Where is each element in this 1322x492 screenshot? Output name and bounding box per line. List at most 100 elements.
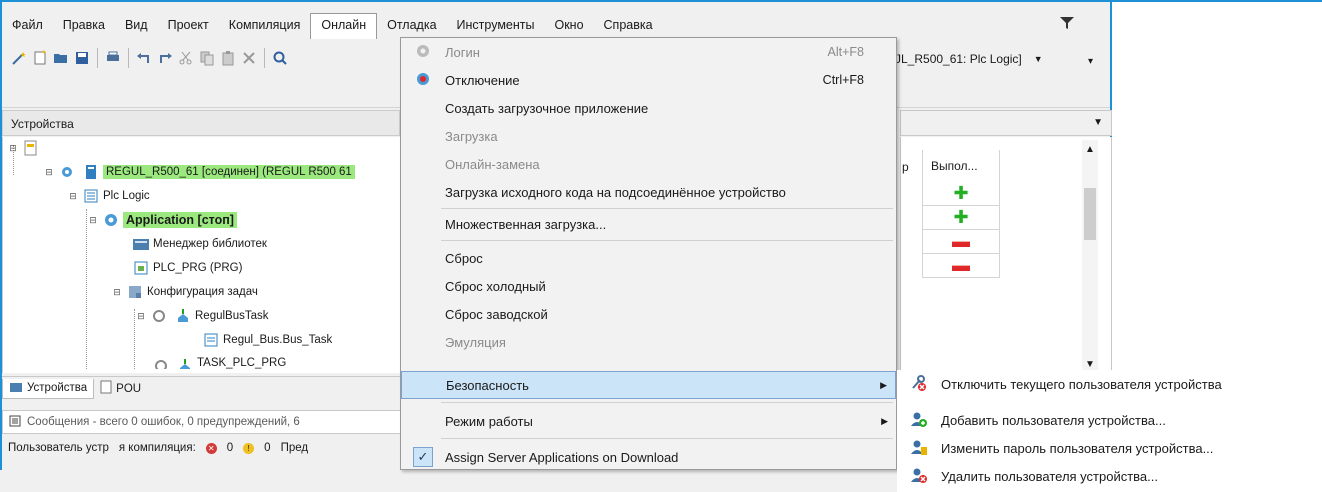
- login-gear-icon: [415, 43, 431, 62]
- print-icon[interactable]: [104, 49, 122, 67]
- menu-item-operating-mode[interactable]: Режим работы ▶: [401, 407, 896, 435]
- tree-label-device: REGUL_R500_61 [соединен] (REGUL R500 61: [103, 165, 355, 179]
- plus-icon: ✚: [922, 206, 1000, 230]
- tab-devices[interactable]: Устройства: [2, 378, 95, 399]
- menu-item-reset-cold[interactable]: Сброс холодный: [401, 272, 896, 300]
- save-icon[interactable]: [73, 49, 91, 67]
- toolbar-overflow-icon[interactable]: ▾: [1088, 56, 1093, 67]
- tree-root[interactable]: ⊟: [7, 137, 43, 159]
- device-selector-value: JL_R500_61: Plc Logic]: [895, 52, 1022, 66]
- new-file-icon[interactable]: [31, 49, 49, 67]
- delete-icon[interactable]: [240, 49, 258, 67]
- menu-item-simulation[interactable]: Эмуляция: [401, 328, 896, 356]
- menu-edit[interactable]: Правка: [53, 14, 115, 36]
- tree-label-task-config: Конфигурация задач: [147, 286, 258, 298]
- filter-icon[interactable]: [1060, 16, 1074, 30]
- open-folder-icon[interactable]: [52, 49, 70, 67]
- undo-icon[interactable]: [135, 49, 153, 67]
- device-selector[interactable]: JL_R500_61: Plc Logic] ▼: [895, 48, 1110, 70]
- tree-label-plc-logic: Plc Logic: [103, 190, 150, 202]
- menu-item-assign-server-apps[interactable]: ✓ Assign Server Applications on Download: [401, 443, 896, 471]
- chevron-down-icon[interactable]: ▼: [1093, 117, 1103, 128]
- scroll-down-icon[interactable]: ▼: [1085, 359, 1095, 370]
- tree-label-library-manager: Менеджер библиотек: [153, 238, 267, 250]
- menu-help[interactable]: Справка: [594, 14, 663, 36]
- paste-icon[interactable]: [219, 49, 237, 67]
- tree-item-plc-prg[interactable]: PLC_PRG (PRG): [129, 257, 242, 279]
- task-config-icon: [126, 283, 144, 301]
- menu-item-logout[interactable]: Отключение Ctrl+F8: [401, 66, 896, 94]
- status-errors: 0: [226, 442, 234, 454]
- menu-window[interactable]: Окно: [544, 14, 593, 36]
- redo-icon[interactable]: [156, 49, 174, 67]
- tree-item-task-plc-prg[interactable]: TASK_PLC_PRG: [149, 357, 286, 369]
- collapse-icon[interactable]: ⊟: [7, 143, 19, 154]
- menu-item-security[interactable]: Безопасность ▶: [401, 371, 896, 399]
- toolbar-separator: [128, 48, 129, 68]
- task-icon: [176, 357, 194, 369]
- cut-icon[interactable]: [177, 49, 195, 67]
- tree-item-application[interactable]: ⊟ Application [стоп]: [87, 209, 237, 231]
- copy-icon[interactable]: [198, 49, 216, 67]
- find-icon[interactable]: [271, 49, 289, 67]
- menu-debug[interactable]: Отладка: [377, 14, 446, 36]
- menu-item-online-change[interactable]: Онлайн-замена: [401, 150, 896, 178]
- status-tail: Пред: [280, 442, 309, 454]
- menu-view[interactable]: Вид: [115, 14, 158, 36]
- tree-item-device[interactable]: ⊟ REGUL_R500_61 [соединен] (REGUL R500 6…: [43, 161, 355, 183]
- menu-item-reset-origin[interactable]: Сброс заводской: [401, 300, 896, 328]
- menu-item-reset[interactable]: Сброс: [401, 244, 896, 272]
- tree-item-task-config[interactable]: ⊟ Конфигурация задач: [111, 281, 258, 303]
- vertical-scrollbar[interactable]: ▲ ▼: [1082, 140, 1098, 372]
- warning-icon: !: [243, 442, 255, 454]
- status-compile-label: я компиляция:: [118, 442, 196, 454]
- menu-file[interactable]: Файл: [2, 14, 53, 36]
- menu-item-download[interactable]: Загрузка: [401, 122, 896, 150]
- library-icon: [132, 235, 150, 253]
- messages-bar[interactable]: Сообщения - всего 0 ошибок, 0 предупрежд…: [2, 410, 402, 434]
- status-user: Пользователь устр: [8, 442, 109, 454]
- submenu-item-logout-user-label: Отключить текущего пользователя устройст…: [941, 376, 1222, 392]
- menu-item-source-download[interactable]: Загрузка исходного кода на подсоединённо…: [401, 178, 896, 206]
- menu-tools[interactable]: Инструменты: [447, 14, 545, 36]
- menu-separator: [441, 208, 893, 209]
- menu-separator: [441, 240, 893, 241]
- menu-item-logout-label: Отключение: [445, 72, 520, 88]
- menu-item-login[interactable]: Логин Alt+F8: [401, 38, 896, 66]
- submenu-item-remove-user[interactable]: Удалить пользователя устройства...: [897, 462, 1322, 490]
- scroll-thumb[interactable]: [1084, 188, 1096, 240]
- logout-user-icon: [910, 374, 928, 395]
- menu-item-multiple-download[interactable]: Множественная загрузка...: [401, 210, 896, 238]
- tab-pou[interactable]: POU: [94, 378, 147, 399]
- submenu-item-logout-user[interactable]: Отключить текущего пользователя устройст…: [897, 370, 1322, 398]
- collapse-icon[interactable]: ⊟: [87, 215, 99, 226]
- submenu-item-remove-user-label: Удалить пользователя устройства...: [941, 468, 1158, 484]
- pou-program-icon: [132, 259, 150, 277]
- menu-item-assign-server-apps-label: Assign Server Applications on Download: [445, 449, 679, 465]
- toolbar-separator: [97, 48, 98, 68]
- tree-item-plc-logic[interactable]: ⊟ Plc Logic: [67, 185, 150, 207]
- cycle-icon: [152, 357, 170, 369]
- menu-item-download-label: Загрузка: [445, 128, 498, 144]
- column-header-execute[interactable]: Выпол...: [922, 150, 1000, 182]
- tree-item-library-manager[interactable]: Менеджер библиотек: [129, 233, 267, 255]
- menu-item-create-boot-app[interactable]: Создать загрузочное приложение: [401, 94, 896, 122]
- menu-build[interactable]: Компиляция: [219, 14, 311, 36]
- submenu-item-change-password[interactable]: Изменить пароль пользователя устройства.…: [897, 434, 1322, 462]
- messages-text: Сообщения - всего 0 ошибок, 0 предупрежд…: [27, 416, 300, 428]
- checkmark-icon: ✓: [413, 447, 433, 467]
- menu-project[interactable]: Проект: [158, 14, 219, 36]
- collapse-icon[interactable]: ⊟: [67, 191, 79, 202]
- submenu-item-add-user[interactable]: Добавить пользователя устройства...: [897, 406, 1322, 434]
- menu-item-security-label: Безопасность: [446, 377, 529, 393]
- tree-item-regul-bus-task[interactable]: ⊟ RegulBusTask: [135, 305, 269, 327]
- menu-online[interactable]: Онлайн: [310, 13, 378, 39]
- status-warnings: 0: [264, 442, 271, 454]
- collapse-icon[interactable]: ⊟: [111, 287, 123, 298]
- scroll-up-icon[interactable]: ▲: [1085, 144, 1095, 155]
- magic-wand-icon[interactable]: [10, 49, 28, 67]
- collapse-icon[interactable]: ⊟: [43, 167, 55, 178]
- collapse-icon[interactable]: ⊟: [135, 311, 147, 322]
- tree-item-regul-bus-bus-task[interactable]: Regul_Bus.Bus_Task: [199, 329, 332, 351]
- toolbar-separator: [264, 48, 265, 68]
